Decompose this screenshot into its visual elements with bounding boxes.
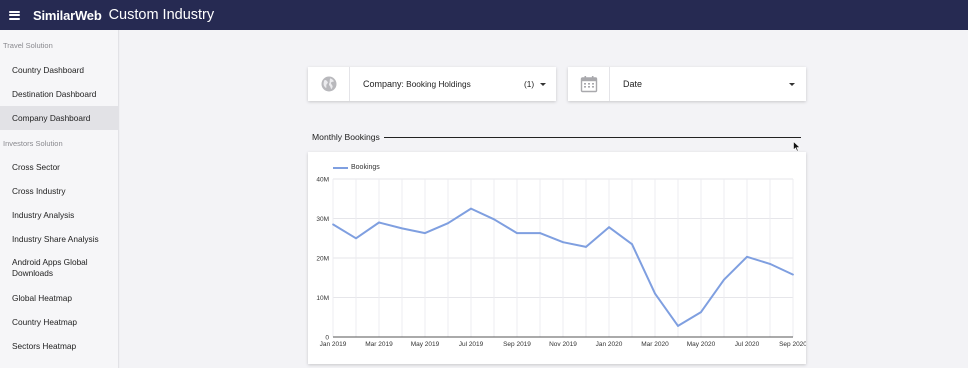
main-content: Company: Booking Holdings (1) Date Month… xyxy=(120,30,968,368)
x-tick-label: Nov 2019 xyxy=(549,341,577,348)
x-tick-label: Mar 2020 xyxy=(641,341,669,348)
sidebar-item-industry-analysis[interactable]: Industry Analysis xyxy=(0,208,118,222)
app-title: Custom Industry xyxy=(108,7,215,23)
sidebar: Travel Solution Country Dashboard Destin… xyxy=(0,30,119,368)
x-tick-label: Sep 2020 xyxy=(779,341,806,348)
data-point xyxy=(470,207,472,210)
date-label: Date xyxy=(623,79,643,89)
data-point xyxy=(447,222,449,225)
x-tick-label: Jul 2020 xyxy=(735,341,760,348)
sidebar-item-sectors-heatmap[interactable]: Sectors Heatmap xyxy=(0,339,118,353)
data-point xyxy=(355,237,357,240)
top-bar: SimilarWeb Custom Industry xyxy=(0,0,968,30)
data-point xyxy=(539,232,541,235)
data-point xyxy=(723,278,725,281)
bookings-line-chart: 010M20M30M40MJan 2019 Mar 2019 May 2019 Jul… xyxy=(316,177,806,349)
data-point xyxy=(700,311,702,314)
sidebar-item-global-heatmap[interactable]: Global Heatmap xyxy=(0,291,118,305)
sidebar-item-cross-industry[interactable]: Cross Industry xyxy=(0,184,118,198)
sidebar-item-country-dashboard[interactable]: Country Dashboard xyxy=(0,63,118,77)
data-point xyxy=(332,223,334,226)
data-point xyxy=(792,273,794,276)
company-count: (1) xyxy=(524,79,535,89)
data-point xyxy=(424,232,426,235)
data-point xyxy=(378,221,380,224)
company-value: Booking Holdings xyxy=(406,79,471,89)
x-tick-label: May 2019 xyxy=(411,341,440,348)
section-divider xyxy=(384,137,801,138)
data-point xyxy=(746,255,748,258)
data-point xyxy=(631,243,633,246)
y-tick-label: 10M xyxy=(316,295,329,302)
section-title: Monthly Bookings xyxy=(312,132,380,142)
x-tick-label: Sep 2019 xyxy=(503,341,531,348)
data-point xyxy=(401,227,403,230)
sidebar-item-cross-sector[interactable]: Cross Sector xyxy=(0,160,118,174)
x-tick-label: Jan 2019 xyxy=(320,341,347,348)
globe-icon xyxy=(321,76,336,92)
company-label: Company xyxy=(363,79,402,89)
data-point xyxy=(585,246,587,248)
y-tick-label: 40M xyxy=(316,177,329,184)
x-tick-label: Jan 2020 xyxy=(596,341,623,348)
chart-card: Bookings 0 10M 20M 30M 40M Jan 2019 Mar 2019 Ma… xyxy=(308,152,806,364)
x-tick-label: Jul 2019 xyxy=(459,341,484,348)
company-icon-cell xyxy=(308,67,350,101)
sidebar-section-investors: Investors Solution xyxy=(3,139,63,148)
company-selector[interactable]: Company: Booking Holdings (1) xyxy=(308,67,556,101)
x-tick-label: Mar 2019 xyxy=(365,341,393,348)
data-point xyxy=(562,241,564,244)
sidebar-item-industry-share-analysis[interactable]: Industry Share Analysis xyxy=(0,232,118,246)
sidebar-item-destination-dashboard[interactable]: Destination Dashboard xyxy=(0,87,118,101)
data-point xyxy=(654,292,656,295)
data-point xyxy=(608,226,610,229)
y-tick-label: 30M xyxy=(316,216,329,223)
brand-logo[interactable]: SimilarWeb xyxy=(33,8,102,23)
sidebar-item-android-apps-global-downloads[interactable]: Android Apps Global Downloads xyxy=(0,256,118,280)
data-point xyxy=(677,325,679,327)
date-icon-cell xyxy=(568,67,610,101)
sidebar-item-country-heatmap[interactable]: Country Heatmap xyxy=(0,315,118,329)
sidebar-item-company-dashboard[interactable]: Company Dashboard xyxy=(0,106,118,130)
x-tick-label: May 2020 xyxy=(687,341,716,348)
mouse-pointer-icon xyxy=(793,141,801,152)
data-point xyxy=(493,218,495,221)
calendar-icon xyxy=(580,76,597,93)
hamburger-icon[interactable] xyxy=(9,10,20,20)
y-tick-label: 20M xyxy=(316,256,329,263)
sidebar-section-travel: Travel Solution xyxy=(3,41,53,50)
company-selector-text: Company: Booking Holdings xyxy=(363,79,471,89)
data-point xyxy=(769,263,771,265)
caret-down-icon[interactable] xyxy=(789,67,795,101)
data-point xyxy=(516,232,518,235)
date-selector[interactable]: Date xyxy=(568,67,806,101)
caret-down-icon[interactable] xyxy=(540,67,546,101)
